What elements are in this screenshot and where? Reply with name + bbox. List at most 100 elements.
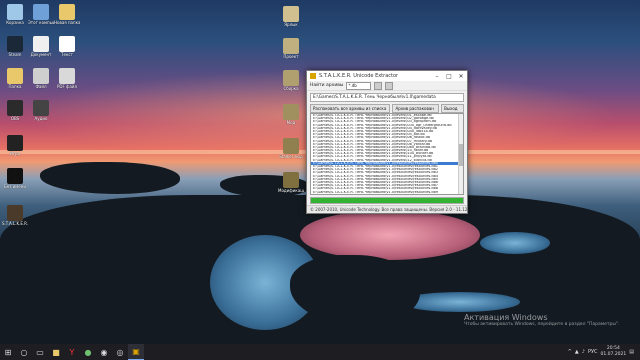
desktop-shortcut[interactable]: Ярлык <box>278 6 304 27</box>
explorer-icon[interactable]: ■ <box>48 344 64 360</box>
extractor-window[interactable]: S.T.A.L.K.E.R. Unicode Extractor – □ ✕ Н… <box>306 70 468 214</box>
shortcut-icon <box>7 68 23 84</box>
desktop-shortcut[interactable]: Мод <box>278 104 304 125</box>
shortcut-icon <box>59 36 75 52</box>
shortcut-label: Steam <box>8 52 22 57</box>
tray-up-icon[interactable]: ^ <box>568 349 572 355</box>
desktop-shortcut[interactable]: Новая папка <box>54 4 80 25</box>
volume-icon[interactable]: ♪ <box>582 349 585 355</box>
taskbar: ⊞ ○ ▭ ■ Y ● ◉ ◎ ▣ ^ ▲ ♪ РУС 20:54 01.07.… <box>0 344 640 360</box>
watermark-text: Чтобы активировать Windows, перейдите в … <box>464 322 620 327</box>
window-title: S.T.A.L.K.E.R. Unicode Extractor <box>319 73 399 79</box>
shortcut-label: Мод <box>286 120 296 125</box>
stalker-icon[interactable]: ▣ <box>128 344 144 360</box>
system-tray: ^ ▲ ♪ РУС 20:54 01.07.2021 ▤ <box>568 346 640 358</box>
task-view-icon[interactable]: ▭ <box>32 344 48 360</box>
extract-all-button[interactable]: Распаковать все архивы из списка <box>310 104 391 113</box>
list-scrollbar[interactable] <box>458 114 463 194</box>
progress-bar <box>310 197 464 204</box>
shortcut-icon <box>59 4 75 20</box>
rock <box>40 162 180 194</box>
browse-folder-button[interactable] <box>374 81 383 90</box>
tide-pool <box>300 210 480 260</box>
action-buttons: Распаковать все архивы из списка Архив р… <box>310 104 464 113</box>
desktop-shortcut[interactable]: Игра <box>2 135 28 156</box>
scrollbar-thumb[interactable] <box>459 144 463 166</box>
shortcut-label: Без имени <box>4 184 26 189</box>
tide-pool <box>480 232 550 254</box>
shortcut-icon <box>7 36 23 52</box>
shortcut-icon <box>283 172 299 188</box>
shortcut-label: Корзина <box>6 20 24 25</box>
watermark-title: Активация Windows <box>464 313 548 322</box>
shortcut-label: Этот компьютер <box>28 20 54 25</box>
notifications-icon[interactable]: ▤ <box>629 349 634 355</box>
shortcut-label: Проект <box>283 54 299 59</box>
shortcut-label: Новая папка <box>54 20 80 25</box>
shortcut-icon <box>7 4 23 20</box>
clock[interactable]: 20:54 01.07.2021 <box>601 346 627 358</box>
obs-icon[interactable]: ◎ <box>112 344 128 360</box>
yandex-icon[interactable]: Y <box>64 344 80 360</box>
shortcut-icon <box>33 68 49 84</box>
find-archives-label: Найти архивы <box>310 83 344 88</box>
shortcut-label: Текст <box>61 52 73 57</box>
shortcut-icon <box>7 135 23 151</box>
language-indicator[interactable]: РУС <box>588 349 598 355</box>
shortcut-label: OBS <box>10 116 20 121</box>
list-item[interactable]: E:\Games\S.T.A.L.K.E.R. Тень Чернобыля\v… <box>311 191 463 194</box>
desktop-shortcut[interactable]: Модификация <box>278 172 304 193</box>
shortcut-label: S.T.A.L.K.E.R. <box>2 221 28 226</box>
shortcut-label: Stalker мод <box>279 154 303 159</box>
desktop-shortcut[interactable]: Документ <box>28 36 54 57</box>
activation-watermark: Активация Windows Чтобы активировать Win… <box>464 313 619 327</box>
exit-button[interactable]: Выход <box>441 104 464 113</box>
maximize-icon[interactable]: □ <box>443 73 455 80</box>
network-icon[interactable]: ▲ <box>575 349 579 355</box>
shortcut-icon <box>59 68 75 84</box>
steam-icon[interactable]: ◉ <box>96 344 112 360</box>
mask-combo[interactable]: *.db <box>346 81 372 90</box>
desktop-shortcut[interactable]: Этот компьютер <box>28 4 54 25</box>
shortcut-icon <box>283 138 299 154</box>
path-field[interactable]: E:\Games\S.T.A.L.K.E.R. Тень Чернобыля\v… <box>310 93 464 102</box>
archive-extracted-button[interactable]: Архив распакован <box>392 104 440 113</box>
desktop-shortcut[interactable]: Текст <box>54 36 80 57</box>
close-icon[interactable]: ✕ <box>455 73 467 80</box>
shortcut-label: Документ <box>30 52 52 57</box>
archive-list[interactable]: E:\Games\S.T.A.L.K.E.R. Тень Чернобыля\v… <box>310 113 464 195</box>
desktop-shortcut[interactable]: S.T.A.L.K.E.R. <box>2 205 28 226</box>
chrome-icon[interactable]: ● <box>80 344 96 360</box>
shortcut-icon <box>7 100 23 116</box>
desktop-shortcut[interactable]: Корзина <box>2 4 28 25</box>
shortcut-icon <box>33 100 49 116</box>
shortcut-label: Сборка <box>283 86 299 91</box>
minimize-icon[interactable]: – <box>431 73 443 80</box>
shortcut-label: Модификация <box>278 188 304 193</box>
shortcut-icon <box>7 205 23 221</box>
shortcut-icon <box>283 104 299 120</box>
copyright-footer: © 2007-2010, Unicode Technology. Все пра… <box>307 205 467 213</box>
desktop-shortcut[interactable]: Steam <box>2 36 28 57</box>
shortcut-label: Аудио <box>34 116 48 121</box>
desktop-shortcut[interactable]: PDF файл <box>54 68 80 89</box>
desktop-shortcut[interactable]: Сборка <box>278 70 304 91</box>
search-icon[interactable]: ○ <box>16 344 32 360</box>
window-titlebar[interactable]: S.T.A.L.K.E.R. Unicode Extractor – □ ✕ <box>307 71 467 81</box>
shortcut-icon <box>33 4 49 20</box>
desktop-shortcut[interactable]: Без имени <box>2 168 28 189</box>
search-button[interactable] <box>385 81 394 90</box>
shortcut-icon <box>283 70 299 86</box>
desktop-shortcut[interactable]: Stalker мод <box>278 138 304 159</box>
window-toolbar: Найти архивы *.db <box>307 81 467 91</box>
shortcut-label: PDF файл <box>56 84 78 89</box>
desktop-shortcut[interactable]: Проект <box>278 38 304 59</box>
desktop-shortcut[interactable]: OBS <box>2 100 28 121</box>
desktop-shortcut[interactable]: Файл <box>28 68 54 89</box>
windows-icon[interactable]: ⊞ <box>0 344 16 360</box>
progress-fill <box>311 198 463 203</box>
desktop-shortcut[interactable]: Аудио <box>28 100 54 121</box>
shortcut-label: Ярлык <box>284 22 298 27</box>
desktop-shortcut[interactable]: Папка <box>2 68 28 89</box>
shortcut-icon <box>7 168 23 184</box>
